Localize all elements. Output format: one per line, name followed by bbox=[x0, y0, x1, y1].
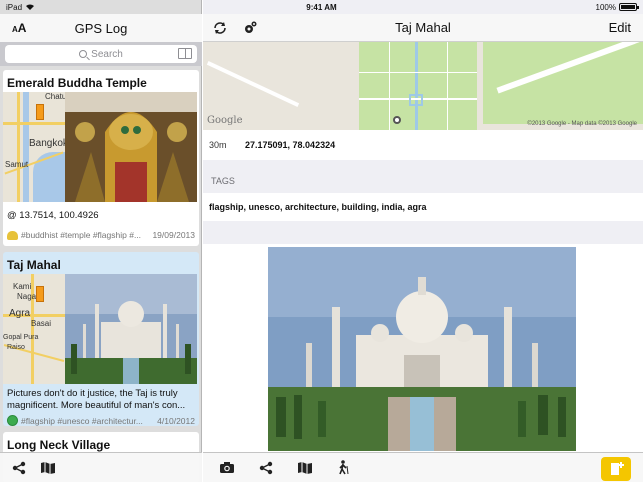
map-label: Gopal Pura bbox=[3, 334, 39, 341]
add-entry-icon bbox=[611, 462, 624, 475]
status-time: 9:41 AM bbox=[306, 2, 337, 12]
add-entry-button[interactable] bbox=[601, 457, 631, 481]
refresh-icon[interactable] bbox=[213, 21, 227, 35]
hiker-icon[interactable] bbox=[337, 460, 349, 475]
detail-title: Taj Mahal bbox=[395, 20, 451, 35]
map-label: Naga bbox=[17, 292, 37, 301]
buddhist-icon bbox=[7, 230, 18, 240]
search-input[interactable]: Search bbox=[5, 45, 197, 63]
map-label: Chatu bbox=[45, 92, 65, 101]
photo-section bbox=[203, 244, 643, 454]
share-icon[interactable] bbox=[12, 461, 26, 475]
tags-row[interactable]: flagship, unesco, architecture, building… bbox=[203, 193, 643, 221]
entry-map-thumbnail: Kami Naga Agra Basai Gopal Pura Raiso bbox=[3, 274, 65, 384]
entry-photo-large[interactable] bbox=[268, 247, 576, 451]
list-title: GPS Log bbox=[74, 20, 128, 36]
font-size-button[interactable]: AA bbox=[12, 21, 26, 35]
entry-date: 19/09/2013 bbox=[152, 230, 195, 240]
location-marker-icon bbox=[393, 116, 401, 124]
tags-section-header: TAGS bbox=[211, 176, 235, 186]
wifi-icon bbox=[26, 4, 35, 10]
accuracy-value: 30m bbox=[209, 140, 227, 150]
device-label: iPad bbox=[6, 2, 23, 12]
search-icon bbox=[79, 50, 88, 58]
entry-title: Emerald Buddha Temple bbox=[7, 76, 147, 90]
bookmarks-icon[interactable] bbox=[178, 48, 192, 59]
entry-summary: Pictures don't do it justice, the Taj is… bbox=[7, 388, 186, 411]
tags-value: flagship, unesco, architecture, building… bbox=[209, 202, 427, 212]
list-item[interactable]: Emerald Buddha Temple Chatu Bangkok Samu… bbox=[3, 70, 199, 246]
google-logo: Google bbox=[207, 115, 243, 126]
entry-photo bbox=[65, 92, 199, 202]
battery-icon bbox=[619, 3, 639, 11]
detail-nav-bar: Taj Mahal Edit bbox=[203, 14, 643, 42]
entry-summary: @ 13.7514, 100.4926 bbox=[7, 210, 99, 221]
edit-button[interactable]: Edit bbox=[609, 20, 631, 35]
entry-tags: #buddhist #temple #flagship #... bbox=[21, 230, 142, 240]
location-row[interactable]: 30m 27.175091, 78.042324 bbox=[203, 130, 643, 160]
map-credit: ©2013 Google - Map data ©2013 Google bbox=[527, 121, 637, 127]
entry-photo bbox=[65, 274, 199, 384]
entry-detail-panel: Taj Mahal Edit Google ©2013 Google - Map… bbox=[203, 0, 643, 482]
map-label: Raiso bbox=[7, 344, 25, 351]
location-map[interactable]: Google ©2013 Google - Map data ©2013 Goo… bbox=[203, 42, 643, 130]
share-icon[interactable] bbox=[259, 461, 273, 475]
map-label: Basai bbox=[31, 319, 52, 328]
list-nav-bar: AA GPS Log bbox=[0, 14, 202, 42]
map-label: Agra bbox=[9, 308, 31, 319]
battery-percent: 100% bbox=[595, 2, 616, 12]
map-icon[interactable] bbox=[297, 461, 313, 475]
map-icon[interactable] bbox=[40, 461, 56, 475]
status-bar: iPad 9:41 AM 100% bbox=[0, 0, 643, 14]
entry-tags: #flagship #unesco #architectur... bbox=[21, 415, 143, 426]
entry-title: Taj Mahal bbox=[7, 258, 61, 272]
coordinates-value: 27.175091, 78.042324 bbox=[245, 140, 336, 150]
entry-title: Long Neck Village bbox=[7, 438, 111, 452]
location-pin-icon bbox=[36, 104, 44, 120]
detail-toolbar bbox=[203, 452, 643, 482]
camera-icon[interactable] bbox=[219, 461, 235, 474]
location-pin-icon bbox=[36, 286, 44, 302]
map-label: Bangkok bbox=[29, 138, 65, 149]
map-label: Samut bbox=[5, 160, 29, 169]
map-label: Kami bbox=[13, 282, 32, 291]
settings-icon[interactable] bbox=[243, 21, 257, 35]
list-item[interactable]: Taj Mahal Kami Naga Agra Basai Gopal Pur… bbox=[3, 252, 199, 426]
entry-date: 4/10/2012 bbox=[157, 415, 195, 426]
entry-map-thumbnail: Chatu Bangkok Samut bbox=[3, 92, 65, 202]
entry-list-panel: AA GPS Log Search Emerald Buddha Temple … bbox=[0, 0, 202, 482]
list-toolbar bbox=[0, 452, 202, 482]
search-placeholder: Search bbox=[91, 48, 123, 60]
globe-icon bbox=[7, 415, 18, 426]
search-bar: Search bbox=[0, 42, 202, 66]
